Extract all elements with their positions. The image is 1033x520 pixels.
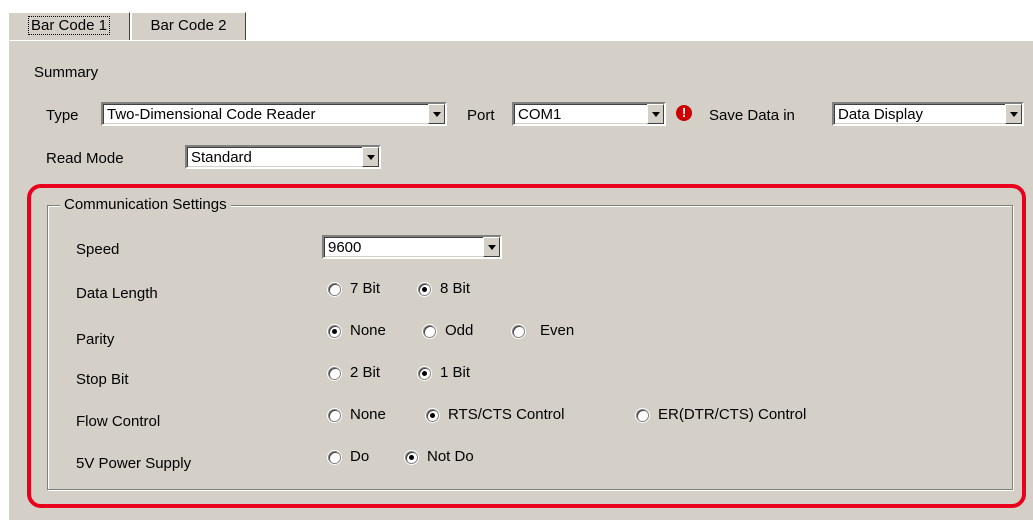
parity-odd-radio[interactable] — [423, 325, 436, 338]
flow-rtscts-label[interactable]: RTS/CTS Control — [448, 406, 564, 424]
power-do-label[interactable]: Do — [350, 448, 369, 466]
communication-settings-title: Communication Settings — [60, 196, 231, 214]
power-not-do-radio[interactable] — [405, 451, 418, 464]
speed-value: 9600 — [328, 239, 362, 256]
flow-erdtr-radio[interactable] — [636, 409, 649, 422]
power-supply-label: 5V Power Supply — [76, 455, 192, 472]
type-label: Type — [46, 107, 79, 124]
stop-bit-1bit-label[interactable]: 1 Bit — [440, 364, 470, 382]
chevron-down-icon[interactable] — [428, 104, 445, 124]
communication-settings-group — [47, 205, 1013, 490]
parity-label: Parity — [76, 331, 115, 348]
parity-none-label[interactable]: None — [350, 322, 386, 340]
stop-bit-1bit-radio[interactable] — [418, 367, 431, 380]
save-data-value: Data Display — [838, 106, 924, 123]
speed-dropdown[interactable]: 9600 — [322, 235, 502, 259]
data-length-8bit-radio[interactable] — [418, 283, 431, 296]
speed-label: Speed — [76, 241, 120, 258]
parity-even-label[interactable]: Even — [540, 322, 574, 340]
stop-bit-2bit-radio[interactable] — [328, 367, 341, 380]
stop-bit-2bit-label[interactable]: 2 Bit — [350, 364, 380, 382]
flow-erdtr-label[interactable]: ER(DTR/CTS) Control — [658, 406, 806, 424]
chevron-down-icon[interactable] — [483, 237, 500, 257]
type-dropdown[interactable]: Two-Dimensional Code Reader — [101, 102, 447, 126]
parity-even-radio[interactable] — [512, 325, 525, 338]
port-value: COM1 — [518, 106, 562, 123]
power-not-do-label[interactable]: Not Do — [427, 448, 474, 466]
tab-label: Bar Code 2 — [150, 17, 227, 34]
flow-none-label[interactable]: None — [350, 406, 386, 424]
flow-rtscts-radio[interactable] — [426, 409, 439, 422]
chevron-down-icon[interactable] — [362, 147, 379, 167]
data-length-7bit-radio[interactable] — [328, 283, 341, 296]
warning-icon: ! — [676, 105, 692, 121]
data-length-8bit-label[interactable]: 8 Bit — [440, 280, 470, 298]
read-mode-label: Read Mode — [46, 150, 124, 167]
read-mode-value: Standard — [191, 149, 252, 166]
chevron-down-icon[interactable] — [1005, 104, 1022, 124]
tab-bar-code-1[interactable]: Bar Code 1 — [8, 12, 130, 40]
type-value: Two-Dimensional Code Reader — [107, 106, 316, 123]
save-data-dropdown[interactable]: Data Display — [832, 102, 1024, 126]
read-mode-dropdown[interactable]: Standard — [185, 145, 381, 169]
parity-none-radio[interactable] — [328, 325, 341, 338]
tab-label: Bar Code 1 — [28, 16, 110, 35]
power-do-radio[interactable] — [328, 451, 341, 464]
tab-bar-code-2[interactable]: Bar Code 2 — [131, 12, 246, 40]
data-length-7bit-label[interactable]: 7 Bit — [350, 280, 380, 298]
port-label: Port — [467, 107, 495, 124]
parity-odd-label[interactable]: Odd — [445, 322, 473, 340]
flow-control-label: Flow Control — [76, 413, 161, 430]
save-data-label: Save Data in — [709, 107, 795, 124]
data-length-label: Data Length — [76, 285, 158, 302]
chevron-down-icon[interactable] — [647, 104, 664, 124]
summary-heading: Summary — [34, 64, 99, 81]
port-dropdown[interactable]: COM1 — [512, 102, 666, 126]
stop-bit-label: Stop Bit — [76, 371, 129, 388]
flow-none-radio[interactable] — [328, 409, 341, 422]
